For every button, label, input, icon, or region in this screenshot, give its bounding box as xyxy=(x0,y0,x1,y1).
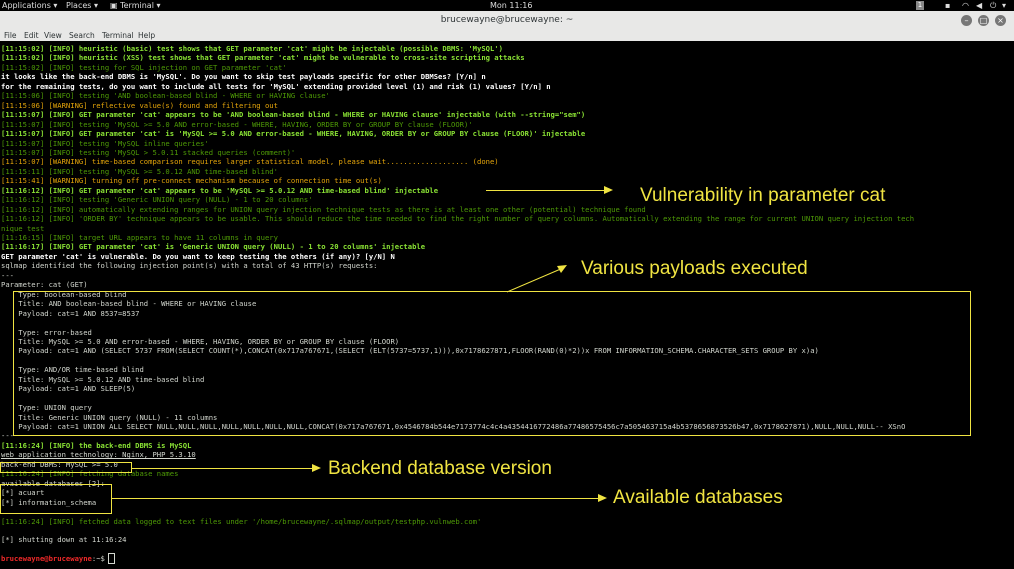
terminal-line: [11:16:24] [INFO] the back-end DBMS is M… xyxy=(1,440,192,450)
vuln-arrow-head xyxy=(604,186,613,194)
applications-menu[interactable]: Applications ▾ xyxy=(2,0,57,11)
terminal-line: [11:16:24] [INFO] fetched data logged to… xyxy=(1,516,482,526)
terminal-line: [11:16:12] [INFO] testing 'Generic UNION… xyxy=(1,195,313,205)
power-icon[interactable]: ⏻ xyxy=(990,0,996,11)
terminal-line: [11:16:15] [INFO] target URL appears to … xyxy=(1,233,278,242)
terminal-line: web application technology: Nginx, PHP 5… xyxy=(1,450,196,460)
cursor[interactable] xyxy=(108,553,115,565)
workspace-indicator[interactable]: 1 xyxy=(916,1,924,10)
terminal-line: [11:16:17] [INFO] GET parameter 'cat' is… xyxy=(1,242,426,252)
annotation-databases: Available databases xyxy=(613,487,783,508)
terminal-line: [11:15:02] [INFO] testing for SQL inject… xyxy=(1,62,287,72)
databases-highlight-box xyxy=(0,484,112,514)
menu-terminal[interactable]: Terminal xyxy=(102,31,134,41)
window-titlebar: brucewayne@brucewayne: ~ – □ × xyxy=(0,11,1014,32)
terminal-line: GET parameter 'cat' is vulnerable. Do yo… xyxy=(1,251,395,261)
menu-edit[interactable]: Edit xyxy=(24,31,39,41)
terminal-app-menu[interactable]: ▣ Terminal ▾ xyxy=(110,0,160,11)
terminal-line: [11:15:07] [INFO] GET parameter 'cat' ap… xyxy=(1,110,586,120)
menu-view[interactable]: View xyxy=(44,31,62,41)
terminal-line: [11:16:12] [INFO] 'ORDER BY' technique a… xyxy=(1,214,915,224)
terminal-line: [11:15:11] [INFO] testing 'MySQL >= 5.0.… xyxy=(1,166,278,176)
terminal-line: [11:15:07] [INFO] testing 'MySQL >= 5.0 … xyxy=(1,119,473,129)
close-button[interactable]: × xyxy=(995,15,1006,26)
menu-bar: File Edit View Search Terminal Help xyxy=(0,31,1014,41)
shell-prompt: brucewayne@brucewayne:~$ xyxy=(1,553,115,565)
volume-icon[interactable]: ◀ xyxy=(976,0,982,11)
backend-arrow-line xyxy=(132,468,312,469)
terminal-line: sqlmap identified the following injectio… xyxy=(1,261,378,271)
menu-help[interactable]: Help xyxy=(138,31,155,41)
terminal-line: [*] shutting down at 11:16:24 xyxy=(1,535,127,545)
payloads-highlight-box xyxy=(13,291,971,436)
chevron-down-icon[interactable]: ▾ xyxy=(1002,0,1006,11)
terminal-line: [11:16:12] [INFO] GET parameter 'cat' ap… xyxy=(1,185,439,195)
databases-arrow-line xyxy=(112,498,598,499)
wifi-icon[interactable]: ◠ xyxy=(962,0,969,11)
top-panel: Applications ▾ Places ▾ ▣ Terminal ▾ Mon… xyxy=(0,0,1014,11)
terminal-line: [11:15:06] [WARNING] reflective value(s)… xyxy=(1,100,278,110)
places-menu[interactable]: Places ▾ xyxy=(66,0,98,11)
terminal-app-icon: ▣ xyxy=(110,1,118,10)
terminal-line: it looks like the back-end DBMS is 'MySQ… xyxy=(1,72,486,82)
terminal-line: [11:15:07] [INFO] testing 'MySQL > 5.0.1… xyxy=(1,147,296,157)
terminal-app-label: Terminal ▾ xyxy=(120,1,161,10)
terminal-line: [11:15:02] [INFO] heuristic (XSS) test s… xyxy=(1,53,525,63)
backend-arrow-head xyxy=(312,464,321,472)
menu-file[interactable]: File xyxy=(4,31,17,41)
terminal-line: [11:15:07] [INFO] testing 'MySQL inline … xyxy=(1,138,209,148)
terminal-line: [11:15:02] [INFO] heuristic (basic) test… xyxy=(1,44,503,53)
terminal-line: [11:15:07] [WARNING] time-based comparis… xyxy=(1,157,499,167)
backend-highlight-box xyxy=(0,462,132,473)
terminal-line: [11:15:07] [INFO] GET parameter 'cat' is… xyxy=(1,129,586,139)
terminal-line: --- xyxy=(1,270,14,280)
terminal-line: [11:15:41] [WARNING] turning off pre-con… xyxy=(1,176,382,186)
annotation-vulnerability: Vulnerability in parameter cat xyxy=(640,185,886,206)
menu-search[interactable]: Search xyxy=(69,31,95,41)
clock[interactable]: Mon 11:16 xyxy=(490,0,532,11)
terminal-line: [11:16:12] [INFO] automatically extendin… xyxy=(1,204,646,214)
databases-arrow-head xyxy=(598,494,607,502)
terminal-line: Parameter: cat (GET) xyxy=(1,280,88,290)
maximize-button[interactable]: □ xyxy=(978,15,989,26)
window-title: brucewayne@brucewayne: ~ xyxy=(440,15,574,25)
terminal-line: nique test xyxy=(1,223,45,233)
vuln-arrow-line xyxy=(486,190,604,191)
terminal-line: for the remaining tests, do you want to … xyxy=(1,81,551,91)
annotation-backend: Backend database version xyxy=(328,458,552,479)
annotation-payloads: Various payloads executed xyxy=(581,258,808,279)
terminal-line: [11:15:06] [INFO] testing 'AND boolean-b… xyxy=(1,91,330,101)
minimize-button[interactable]: – xyxy=(961,15,972,26)
camera-icon[interactable]: ▪ xyxy=(945,0,950,11)
payloads-arrow xyxy=(506,265,567,293)
prompt-symbol: :~$ xyxy=(91,554,110,564)
prompt-user: brucewayne@brucewayne xyxy=(1,554,92,564)
